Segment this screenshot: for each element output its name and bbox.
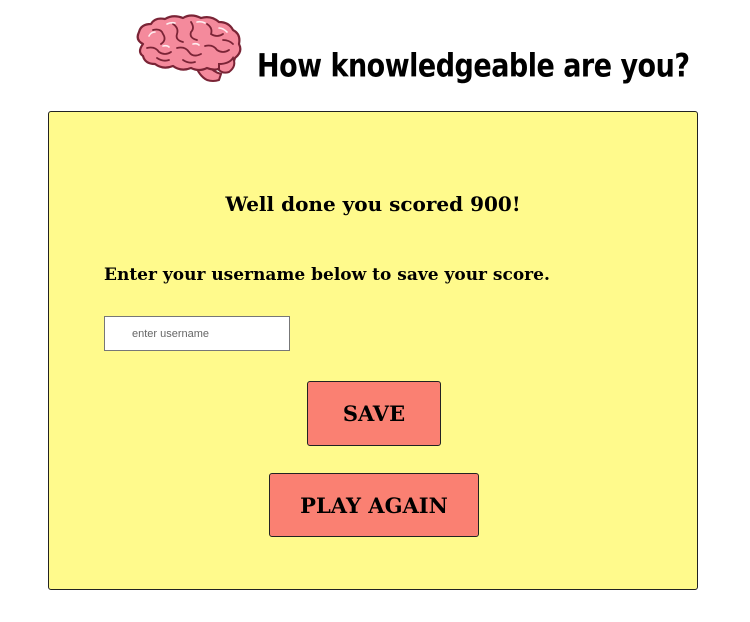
header: How knowledgeable are you? (0, 0, 750, 100)
app-title: How knowledgeable are you? (257, 48, 690, 85)
play-again-button[interactable]: PLAY AGAIN (269, 473, 479, 537)
final-score-message: Well done you scored 900! (225, 192, 521, 216)
end-game-card: Well done you scored 900! Enter your use… (48, 111, 698, 590)
save-button[interactable]: SAVE (307, 381, 441, 446)
brain-icon (136, 14, 242, 82)
username-input[interactable] (104, 316, 290, 351)
save-score-instructions: Enter your username below to save your s… (104, 265, 550, 285)
